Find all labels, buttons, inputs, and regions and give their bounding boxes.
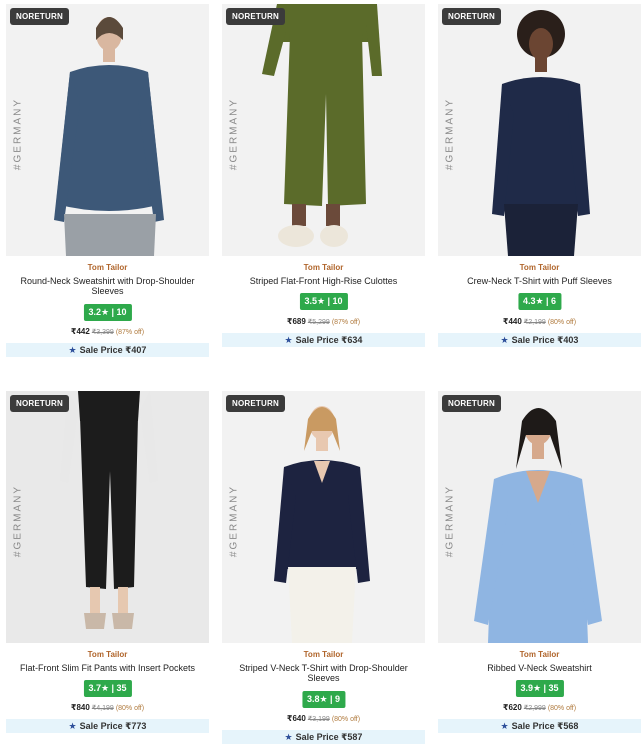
sale-price: Sale Price ₹773 (79, 721, 147, 731)
sale-price-banner: ★ Sale Price ₹568 (438, 719, 641, 733)
product-image[interactable]: NORETURN #GERMANY (222, 4, 425, 256)
price-row: ₹689 ₹5,299 (87% off) (222, 317, 425, 326)
mrp-price: ₹2,999 (523, 705, 546, 712)
model-photo (438, 391, 641, 643)
rating-badge: 3.5★ | 10 (299, 293, 348, 310)
noreturn-badge: NORETURN (226, 8, 285, 25)
mrp-price: ₹3,399 (91, 329, 114, 336)
brand-name: Tom Tailor (303, 263, 344, 272)
sale-price: Sale Price ₹403 (511, 335, 579, 345)
noreturn-badge: NORETURN (442, 395, 501, 412)
noreturn-badge: NORETURN (10, 395, 69, 412)
brand-name: Tom Tailor (519, 650, 560, 659)
current-price: ₹442 (70, 327, 90, 336)
price-row: ₹620 ₹2,999 (80% off) (438, 703, 641, 712)
product-card[interactable]: NORETURN #GERMANY Tom Tailor Flat-Front … (6, 391, 209, 751)
mrp-price: ₹5,299 (307, 319, 330, 326)
price-row: ₹442 ₹3,399 (87% off) (6, 327, 209, 336)
sale-price-banner: ★ Sale Price ₹634 (222, 333, 425, 347)
discount-text: (87% off) (115, 329, 145, 336)
star-icon: ★ (68, 721, 77, 731)
rating-badge: 3.2★ | 10 (83, 304, 132, 321)
brand-name: Tom Tailor (87, 650, 128, 659)
current-price: ₹840 (70, 703, 90, 712)
discount-text: (87% off) (331, 319, 361, 326)
price-row: ₹840 ₹4,199 (80% off) (6, 703, 209, 712)
product-title[interactable]: Striped V-Neck T-Shirt with Drop-Shoulde… (228, 663, 419, 683)
model-photo (6, 391, 209, 643)
product-card[interactable]: NORETURN #GERMANY Tom Tailor Round-Neck … (6, 4, 209, 364)
rating-badge: 3.7★ | 35 (83, 680, 132, 697)
product-title[interactable]: Round-Neck Sweatshirt with Drop-Shoulder… (12, 276, 203, 296)
sale-price-banner: ★ Sale Price ₹403 (438, 333, 641, 347)
discount-text: (80% off) (547, 319, 577, 326)
germany-tag: #GERMANY (444, 97, 456, 171)
product-image[interactable]: NORETURN #GERMANY (6, 391, 209, 643)
product-image[interactable]: NORETURN #GERMANY (6, 4, 209, 256)
rating-badge: 4.3★ | 6 (517, 293, 562, 310)
germany-tag: #GERMANY (12, 97, 24, 171)
current-price: ₹689 (286, 317, 306, 326)
price-row: ₹640 ₹3,199 (80% off) (222, 714, 425, 723)
product-card[interactable]: NORETURN #GERMANY Tom Tailor Crew-Neck T… (438, 4, 641, 364)
sale-price: Sale Price ₹587 (295, 732, 363, 742)
product-card[interactable]: NORETURN #GERMANY Tom Tailor Ribbed V-Ne… (438, 391, 641, 751)
star-icon: ★ (284, 335, 293, 345)
brand-name: Tom Tailor (519, 263, 560, 272)
rating-badge: 3.9★ | 35 (515, 680, 564, 697)
star-icon: ★ (68, 345, 77, 355)
sale-price: Sale Price ₹407 (79, 345, 147, 355)
mrp-price: ₹2,199 (523, 319, 546, 326)
brand-name: Tom Tailor (303, 650, 344, 659)
sale-price: Sale Price ₹634 (295, 335, 363, 345)
model-photo (222, 4, 425, 256)
star-icon: ★ (500, 335, 509, 345)
germany-tag: #GERMANY (12, 484, 24, 558)
sale-price-banner: ★ Sale Price ₹773 (6, 719, 209, 733)
discount-text: (80% off) (547, 705, 577, 712)
product-image[interactable]: NORETURN #GERMANY (438, 391, 641, 643)
product-image[interactable]: NORETURN #GERMANY (222, 391, 425, 643)
sale-price-banner: ★ Sale Price ₹587 (222, 730, 425, 744)
germany-tag: #GERMANY (444, 484, 456, 558)
mrp-price: ₹3,199 (307, 716, 330, 723)
price-row: ₹440 ₹2,199 (80% off) (438, 317, 641, 326)
product-card[interactable]: NORETURN #GERMANY Tom Tailor Striped V-N… (222, 391, 425, 751)
sale-price: Sale Price ₹568 (511, 721, 579, 731)
model-photo (222, 391, 425, 643)
noreturn-badge: NORETURN (442, 8, 501, 25)
brand-name: Tom Tailor (87, 263, 128, 272)
germany-tag: #GERMANY (228, 484, 240, 558)
current-price: ₹440 (502, 317, 522, 326)
product-title[interactable]: Flat-Front Slim Fit Pants with Insert Po… (12, 663, 203, 673)
sale-price-banner: ★ Sale Price ₹407 (6, 343, 209, 357)
noreturn-badge: NORETURN (226, 395, 285, 412)
product-title[interactable]: Striped Flat-Front High-Rise Culottes (228, 276, 419, 286)
noreturn-badge: NORETURN (10, 8, 69, 25)
product-title[interactable]: Ribbed V-Neck Sweatshirt (444, 663, 635, 673)
star-icon: ★ (284, 732, 293, 742)
product-grid: NORETURN #GERMANY Tom Tailor Round-Neck … (0, 0, 644, 752)
model-photo (6, 4, 209, 256)
current-price: ₹640 (286, 714, 306, 723)
product-title[interactable]: Crew-Neck T-Shirt with Puff Sleeves (444, 276, 635, 286)
germany-tag: #GERMANY (228, 97, 240, 171)
discount-text: (80% off) (115, 705, 145, 712)
rating-badge: 3.8★ | 9 (301, 691, 346, 708)
current-price: ₹620 (502, 703, 522, 712)
mrp-price: ₹4,199 (91, 705, 114, 712)
model-photo (438, 4, 641, 256)
star-icon: ★ (500, 721, 509, 731)
product-card[interactable]: NORETURN #GERMANY Tom Tailor Striped Fla… (222, 4, 425, 364)
product-image[interactable]: NORETURN #GERMANY (438, 4, 641, 256)
discount-text: (80% off) (331, 716, 361, 723)
